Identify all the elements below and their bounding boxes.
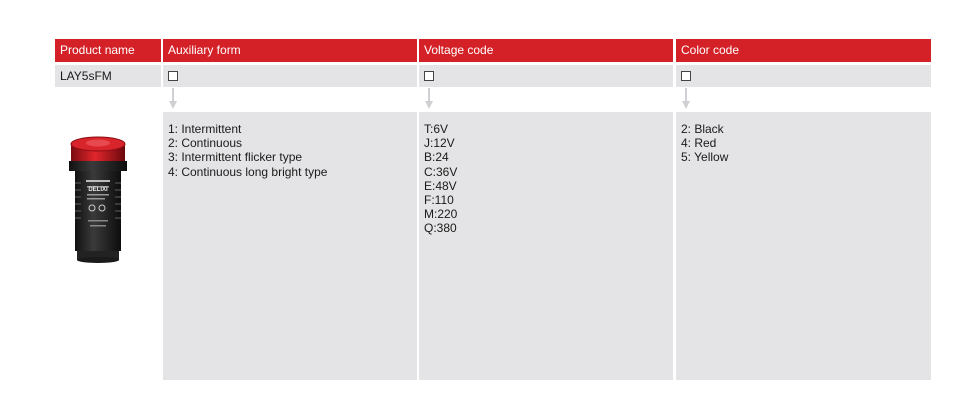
auxiliary-options-cell: 1: Intermittent 2: Continuous 3: Intermitt… (163, 112, 417, 380)
header-voltage-code: Voltage code (419, 39, 673, 62)
auxiliary-option: 2: Continuous (168, 136, 243, 151)
voltage-options-cell: T:6V J:12V B:24 C:36V E:48V F:110 M:220 Q:380 (419, 112, 673, 380)
model-name: LAY5sFM (60, 69, 112, 83)
down-arrow-icon (425, 88, 433, 109)
voltage-option: J:12V (424, 136, 455, 151)
voltage-option: T:6V (424, 122, 449, 136)
down-arrow-icon (169, 88, 177, 109)
color-options-cell: 2: Black 4: Red 5: Yellow (676, 112, 931, 380)
product-photo: DELIXI (69, 136, 127, 263)
header-auxiliary-form: Auxiliary form (163, 39, 417, 62)
voltage-option: F:110 (424, 193, 454, 208)
voltage-option: E:48V (424, 178, 457, 193)
voltage-option: M:220 (424, 207, 458, 222)
voltage-option: B:24 (424, 150, 449, 165)
color-checkbox[interactable] (681, 70, 691, 81)
voltage-option: C:36V (424, 164, 458, 179)
color-option: 4: Red (681, 136, 717, 151)
voltage-checkbox[interactable] (424, 70, 434, 81)
voltage-option: Q:380 (424, 221, 457, 236)
auxiliary-checkbox[interactable] (168, 70, 178, 81)
color-option: 5: Yellow (681, 150, 729, 165)
header-product-name: Product name (55, 39, 161, 62)
color-checkbox-cell (676, 65, 931, 87)
down-arrow-icon (682, 88, 690, 109)
color-option: 2: Black (681, 122, 724, 136)
auxiliary-option: 1: Intermittent (168, 122, 242, 136)
auxiliary-option: 4: Continuous long bright type (168, 164, 328, 179)
voltage-checkbox-cell (419, 65, 673, 87)
brand-logo-text: DELIXI (88, 187, 108, 193)
header-color-code: Color code (676, 39, 931, 62)
auxiliary-option: 3: Intermittent flicker type (168, 150, 303, 165)
auxiliary-checkbox-cell (163, 65, 417, 87)
model-cell: LAY5sFM (55, 65, 161, 87)
